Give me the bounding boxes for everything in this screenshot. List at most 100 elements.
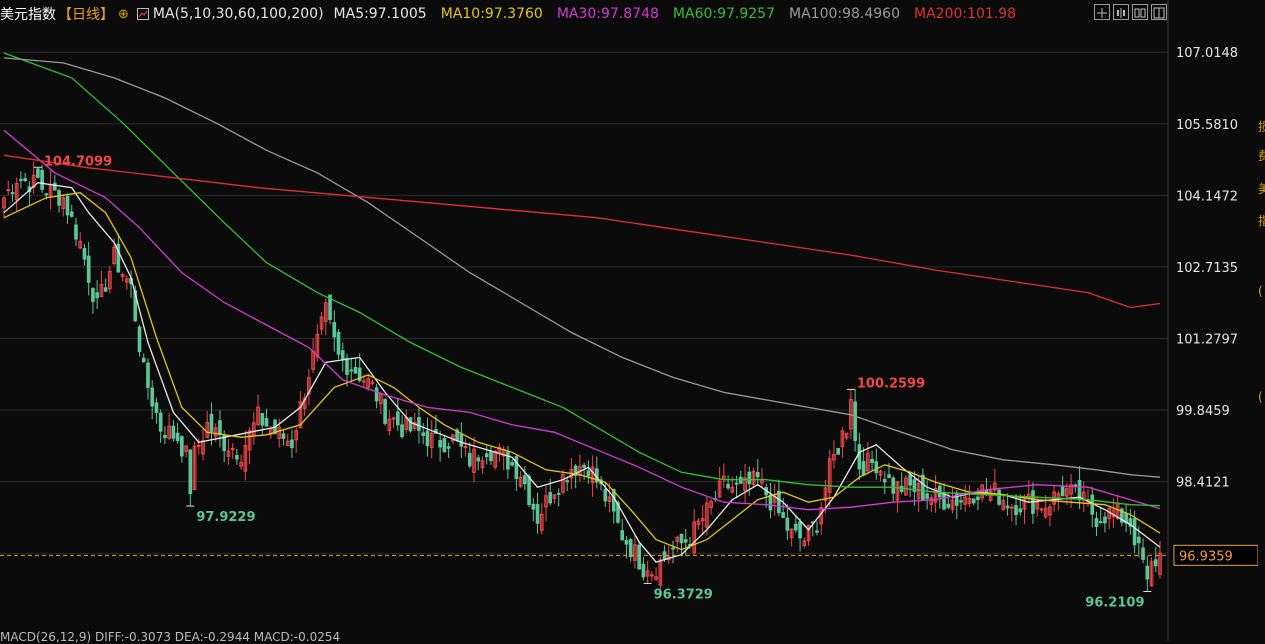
candle (141, 353, 146, 364)
candle-body (683, 539, 688, 543)
y-tick-label: 102.7135 (1176, 261, 1238, 276)
candle (1031, 482, 1035, 524)
candle-body (857, 444, 862, 470)
candle (31, 161, 36, 195)
candle (582, 462, 586, 480)
candle (832, 440, 836, 469)
side-panel-glyph-5: ( (1258, 390, 1263, 404)
candle-body (891, 477, 896, 494)
candle-body (463, 445, 468, 448)
candle-body (527, 475, 531, 506)
candle (154, 397, 159, 424)
candle (696, 518, 701, 530)
candle (205, 411, 210, 439)
candle (878, 469, 883, 482)
candle (124, 275, 129, 290)
candle (709, 499, 713, 515)
candle (319, 311, 324, 336)
candle-body (489, 451, 493, 462)
candle (192, 441, 197, 491)
current-price-label: 96.9359 (1179, 549, 1233, 564)
candle-body (417, 417, 421, 431)
candle-body (582, 464, 586, 468)
y-tick-label: 99.8459 (1176, 404, 1230, 419)
candle-body (997, 489, 1001, 505)
candle (446, 442, 451, 459)
candle (798, 518, 802, 552)
candle (1048, 503, 1052, 527)
candle (370, 379, 375, 386)
candle (167, 413, 171, 440)
candle-body (921, 474, 925, 501)
candle (235, 448, 239, 465)
candle-body (446, 446, 451, 449)
candle-body (603, 488, 608, 502)
candle (108, 265, 112, 294)
candle (1145, 555, 1150, 592)
candle-body (959, 500, 963, 503)
candle-body (1094, 518, 1099, 527)
candle-body (141, 357, 146, 363)
candle-body (628, 539, 633, 558)
candle (556, 488, 561, 507)
candle-body (514, 456, 519, 480)
candle-body (853, 401, 857, 441)
candle-body (374, 387, 379, 402)
candle-body (1153, 559, 1158, 567)
candle-body (1014, 505, 1018, 516)
candle-body (556, 492, 561, 495)
candle (535, 492, 540, 534)
candle (467, 442, 472, 469)
candle-body (137, 326, 142, 353)
candle (180, 435, 184, 463)
candle-body (218, 420, 222, 436)
candlestick-chart[interactable]: 107.0148 105.5810 104.1472 102.7135 101.2797… (0, 0, 1258, 641)
candle-body (870, 458, 874, 464)
candle (836, 447, 841, 455)
candle (91, 287, 95, 315)
candle (340, 342, 345, 372)
candle-body (531, 503, 536, 510)
candle-body (768, 494, 773, 511)
candle (1149, 557, 1154, 587)
candle (717, 467, 722, 499)
candle (743, 464, 747, 504)
candle-body (158, 412, 163, 432)
candle (379, 392, 383, 415)
side-panel-glyph-2: 美 (1258, 182, 1265, 196)
candle (772, 483, 777, 516)
candle-body (523, 475, 527, 485)
candle (264, 408, 269, 427)
candle-body (400, 424, 404, 438)
candle (785, 504, 790, 541)
candle (294, 426, 299, 453)
candle-body (222, 435, 227, 451)
candle (353, 358, 358, 374)
candle-body (95, 292, 99, 299)
candle-body (908, 474, 912, 486)
candle (120, 272, 125, 282)
candle (421, 423, 426, 445)
candle (675, 535, 680, 553)
candle-body (349, 369, 354, 372)
candle (298, 391, 303, 429)
candle (865, 442, 870, 474)
candle-body (1090, 494, 1095, 515)
candle (594, 456, 599, 489)
candle (544, 486, 548, 522)
candle (1094, 511, 1099, 537)
candle (700, 504, 705, 536)
candle (57, 188, 61, 213)
macd-indicator-readout: MACD(26,12,9) DIFF:-0.3073 DEA:-0.2944 M… (0, 630, 341, 644)
candle-body (641, 563, 646, 578)
candle (531, 498, 536, 522)
candle (539, 503, 544, 535)
candle (10, 184, 15, 202)
candle (633, 535, 637, 569)
candle (218, 410, 222, 448)
candle-body (925, 493, 929, 499)
candle (400, 415, 404, 439)
candle-body (506, 451, 510, 470)
candle (243, 430, 248, 481)
candle-body (1103, 516, 1107, 524)
